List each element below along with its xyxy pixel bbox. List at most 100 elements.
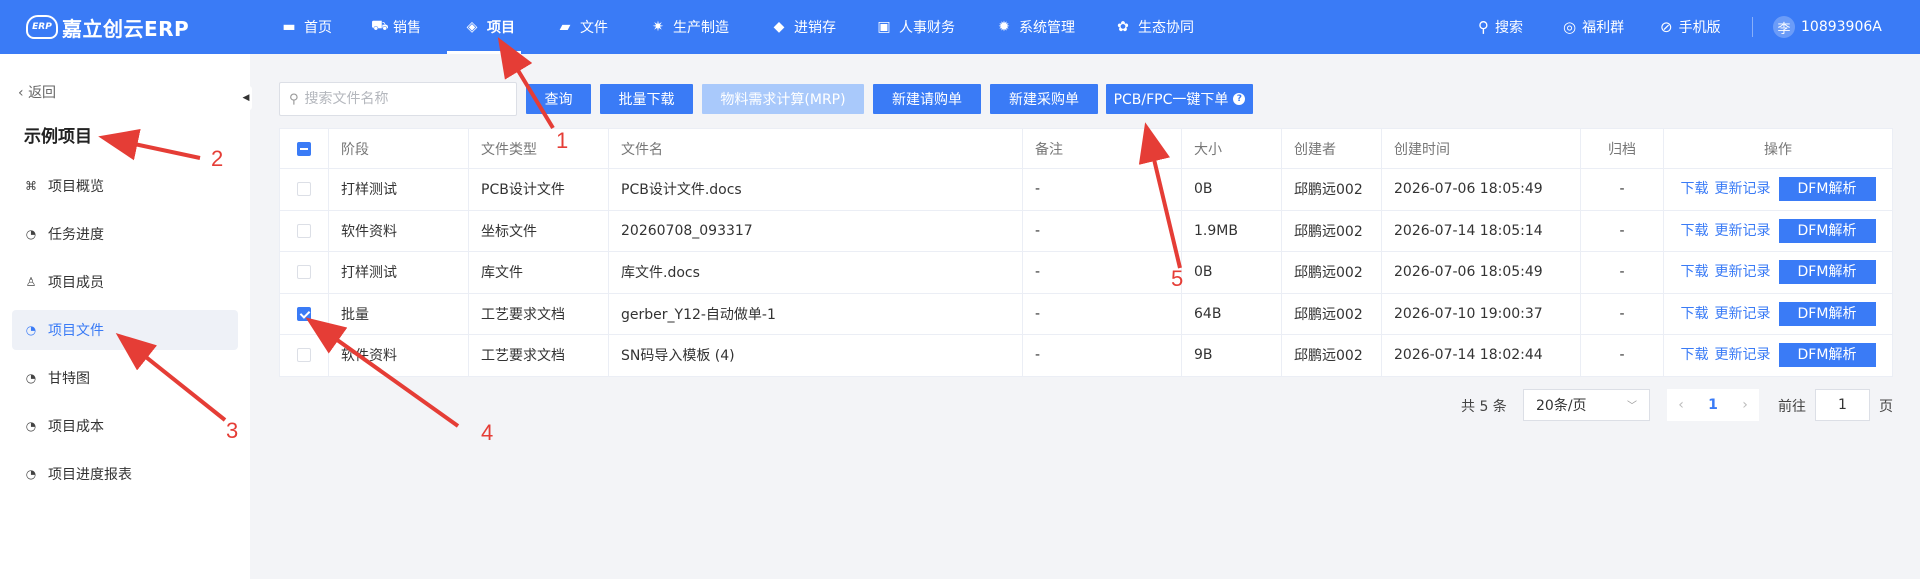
nav-production[interactable]: ✷ 生产制造	[651, 0, 729, 54]
row-select-cell[interactable]	[279, 334, 329, 377]
chevron-down-icon: ﹀	[1627, 401, 1637, 412]
annotation-number-3: 3	[226, 418, 239, 443]
compass-icon: ⊘	[1660, 18, 1673, 36]
history-link[interactable]: 更新记录	[1715, 306, 1771, 322]
logo-badge: ERP	[26, 15, 58, 39]
cell-type: 坐标文件	[468, 209, 609, 252]
cell-time: 2026-07-14 18:05:14	[1381, 209, 1581, 252]
file-search-input[interactable]	[304, 91, 505, 107]
sidebar-item-overview[interactable]: ⌘ 项目概览	[12, 166, 238, 206]
row-select-cell[interactable]	[279, 209, 329, 252]
dfm-button[interactable]: DFM解析	[1778, 301, 1876, 326]
layers-icon: ◈	[466, 19, 478, 35]
prev-page-button[interactable]: ‹	[1667, 389, 1695, 421]
cell-archive: -	[1580, 168, 1664, 211]
batch-download-button[interactable]: 批量下载	[600, 84, 693, 114]
help-icon: ?	[1233, 93, 1246, 105]
cell-note: -	[1022, 251, 1182, 294]
clock-icon: ◔	[25, 371, 37, 385]
history-link[interactable]: 更新记录	[1715, 264, 1771, 280]
download-link[interactable]: 下载	[1681, 264, 1709, 280]
new-purchase-button[interactable]: 新建采购单	[990, 84, 1098, 114]
col-creator: 创建者	[1281, 128, 1382, 169]
goto-label: 前往	[1778, 399, 1806, 415]
dfm-button[interactable]: DFM解析	[1778, 343, 1876, 368]
caret-left-icon: ◀	[242, 93, 250, 103]
goto-page-input[interactable]	[1815, 389, 1870, 421]
mrp-button[interactable]: 物料需求计算(MRP)	[702, 84, 864, 114]
row-checkbox[interactable]	[297, 306, 311, 321]
search-icon: ⚲	[289, 91, 299, 107]
history-link[interactable]: 更新记录	[1715, 223, 1771, 239]
row-select-cell[interactable]	[279, 168, 329, 211]
new-request-button[interactable]: 新建请购单	[873, 84, 981, 114]
row-checkbox[interactable]	[297, 182, 311, 197]
nav-sales[interactable]: ⛟ 销售	[371, 0, 421, 54]
page-1-button[interactable]: 1	[1695, 389, 1731, 421]
page-size-select[interactable]: 20条/页 ﹀	[1523, 389, 1650, 421]
download-link[interactable]: 下载	[1681, 306, 1709, 322]
dfm-button[interactable]: DFM解析	[1778, 260, 1876, 285]
sidebar-item-cost[interactable]: ◔ 项目成本	[12, 406, 238, 446]
annotation-number-5: 5	[1171, 266, 1184, 291]
user-menu[interactable]: 李 10893906A	[1773, 0, 1882, 54]
nav-system[interactable]: ✹ 系统管理	[997, 0, 1075, 54]
sidebar-collapse-button[interactable]: ◀	[240, 86, 252, 110]
nav-project[interactable]: ◈ 项目	[465, 0, 515, 54]
sidebar-item-task-progress[interactable]: ◔ 任务进度	[12, 214, 238, 254]
select-all-cell[interactable]	[279, 128, 329, 169]
row-select-cell[interactable]	[279, 251, 329, 294]
download-link[interactable]: 下载	[1681, 347, 1709, 363]
sidebar-item-files[interactable]: ◔ 项目文件	[12, 310, 238, 350]
mobile-version-button[interactable]: ⊘ 手机版	[1660, 0, 1721, 54]
sidebar: ‹ 返回 示例项目 ⌘ 项目概览 ◔ 任务进度 ♙ 项目成员 ◔ 项目文件 ◔ 甘特图 ◔…	[0, 54, 250, 579]
download-link[interactable]: 下载	[1681, 181, 1709, 197]
cell-size: 9B	[1181, 334, 1282, 377]
nav-files[interactable]: ▰ 文件	[558, 0, 608, 54]
sidebar-item-members[interactable]: ♙ 项目成员	[12, 262, 238, 302]
cell-actions: 下载 更新记录 DFM解析	[1663, 251, 1893, 294]
nav-home[interactable]: ▬ 首页	[282, 0, 332, 54]
table-row: 软件资料 工艺要求文档 SN码导入模板 (4) - 9B 邱鹏远002 2026…	[279, 334, 1893, 377]
welfare-group-button[interactable]: ◎ 福利群	[1563, 0, 1624, 54]
file-search-box[interactable]: ⚲	[279, 82, 517, 116]
select-all-checkbox[interactable]	[297, 141, 311, 156]
col-size: 大小	[1181, 128, 1282, 169]
next-page-button[interactable]: ›	[1731, 389, 1759, 421]
dfm-button[interactable]: DFM解析	[1778, 177, 1876, 202]
active-nav-indicator	[447, 51, 521, 54]
history-link[interactable]: 更新记录	[1715, 347, 1771, 363]
history-link[interactable]: 更新记录	[1715, 181, 1771, 197]
cell-time: 2026-07-06 18:05:49	[1381, 168, 1581, 211]
row-checkbox[interactable]	[297, 348, 311, 363]
row-checkbox[interactable]	[297, 265, 311, 280]
command-icon: ⌘	[25, 179, 37, 193]
cell-actions: 下载 更新记录 DFM解析	[1663, 168, 1893, 211]
box-icon: ◆	[773, 19, 785, 35]
back-link[interactable]: ‹ 返回	[18, 82, 56, 102]
sidebar-item-progress-report[interactable]: ◔ 项目进度报表	[12, 454, 238, 494]
cell-archive: -	[1580, 334, 1664, 377]
nav-hr-finance[interactable]: ▣ 人事财务	[877, 0, 955, 54]
cell-stage: 软件资料	[328, 334, 469, 377]
nav-ecosystem[interactable]: ✿ 生态协同	[1116, 0, 1194, 54]
sidebar-item-gantt[interactable]: ◔ 甘特图	[12, 358, 238, 398]
dfm-button[interactable]: DFM解析	[1778, 218, 1876, 243]
download-link[interactable]: 下载	[1681, 223, 1709, 239]
search-button[interactable]: ⚲ 搜索	[1478, 0, 1523, 54]
app-logo[interactable]: ERP 嘉立创云ERP	[26, 13, 189, 41]
chat-icon: ◎	[1563, 18, 1577, 36]
row-checkbox[interactable]	[297, 223, 311, 238]
cell-size: 64B	[1181, 292, 1282, 335]
cell-creator: 邱鹏远002	[1281, 168, 1382, 211]
query-button[interactable]: 查询	[526, 84, 591, 114]
ecosystem-icon: ✿	[1117, 19, 1129, 35]
cell-size: 1.9MB	[1181, 209, 1282, 252]
pcb-order-button[interactable]: PCB/FPC一键下单?	[1106, 84, 1253, 114]
nav-inventory[interactable]: ◆ 进销存	[772, 0, 836, 54]
row-select-cell[interactable]	[279, 292, 329, 335]
col-actions: 操作	[1663, 128, 1893, 169]
cell-name: PCB设计文件.docs	[608, 168, 1023, 211]
cell-actions: 下载 更新记录 DFM解析	[1663, 334, 1893, 377]
settings-icon: ✹	[998, 19, 1010, 35]
